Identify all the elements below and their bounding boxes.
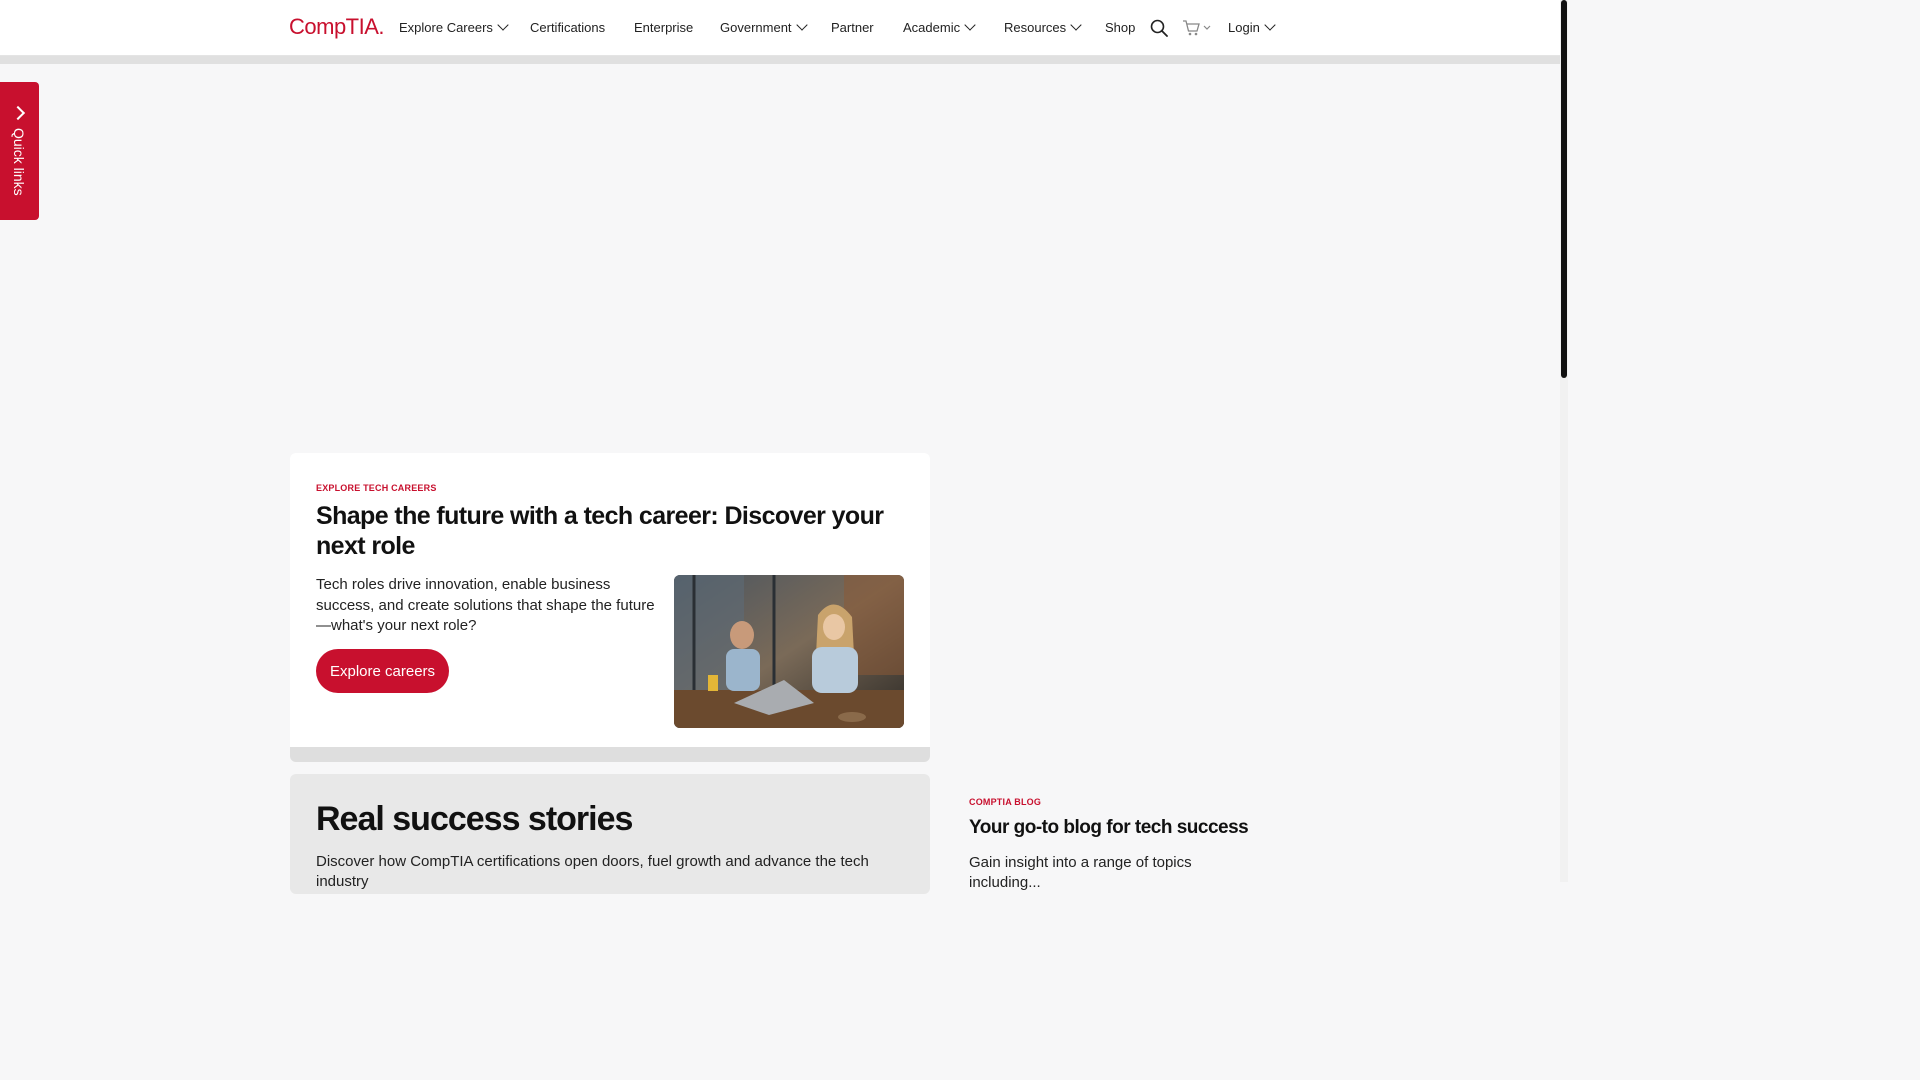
nav-partner[interactable]: Partner bbox=[831, 20, 874, 35]
nav-enterprise[interactable]: Enterprise bbox=[634, 20, 693, 35]
chevron-down-icon bbox=[1070, 19, 1082, 31]
chevron-down-icon bbox=[795, 19, 808, 31]
login-menu[interactable]: Login bbox=[1228, 19, 1276, 35]
chevron-down-icon bbox=[1264, 19, 1276, 31]
search-icon[interactable] bbox=[1150, 19, 1168, 37]
success-stories-card: Real success stories Discover how CompTI… bbox=[290, 774, 930, 894]
nav-academic[interactable]: Academic bbox=[903, 19, 976, 35]
nav-explore-careers[interactable]: Explore Careers bbox=[399, 19, 509, 35]
section-title: Real success stories bbox=[316, 800, 633, 838]
site-header: CompTIA. Explore Careers Certifications … bbox=[0, 0, 1560, 56]
office-workers-photo bbox=[674, 575, 904, 728]
card-title: Shape the future with a tech career: Dis… bbox=[316, 502, 884, 560]
nav-shop[interactable]: Shop bbox=[1105, 20, 1135, 35]
blog-description: Gain insight into a range of topics incl… bbox=[969, 854, 1192, 891]
nav-government[interactable]: Government bbox=[720, 19, 808, 35]
nav-certifications[interactable]: Certifications bbox=[530, 20, 605, 35]
scrollbar-thumb[interactable] bbox=[1561, 0, 1567, 378]
blog-eyebrow: COMPTIA BLOG bbox=[969, 797, 1042, 807]
header-divider bbox=[0, 56, 1560, 64]
quick-links-label: Quick links bbox=[11, 128, 27, 196]
blog-title[interactable]: Your go-to blog for tech success bbox=[969, 817, 1269, 839]
section-description: Discover how CompTIA certifications open… bbox=[316, 853, 869, 890]
chevron-down-icon bbox=[497, 19, 509, 31]
explore-careers-card: EXPLORE TECH CAREERS Shape the future wi… bbox=[290, 453, 930, 755]
cart-icon[interactable] bbox=[1182, 19, 1214, 37]
quick-links-tab[interactable]: Quick links bbox=[0, 82, 39, 220]
nav-resources[interactable]: Resources bbox=[1004, 19, 1082, 35]
chevron-right-icon bbox=[10, 105, 26, 121]
card-eyebrow: EXPLORE TECH CAREERS bbox=[316, 483, 437, 493]
explore-careers-button[interactable]: Explore careers bbox=[316, 649, 450, 693]
blog-teaser: COMPTIA BLOG Your go-to blog for tech su… bbox=[969, 797, 1269, 893]
card-description: Tech roles drive innovation, enable busi… bbox=[316, 576, 655, 634]
card-footer-strip bbox=[290, 747, 930, 762]
chevron-down-icon bbox=[964, 19, 976, 31]
comptia-logo[interactable]: CompTIA. bbox=[289, 14, 385, 40]
